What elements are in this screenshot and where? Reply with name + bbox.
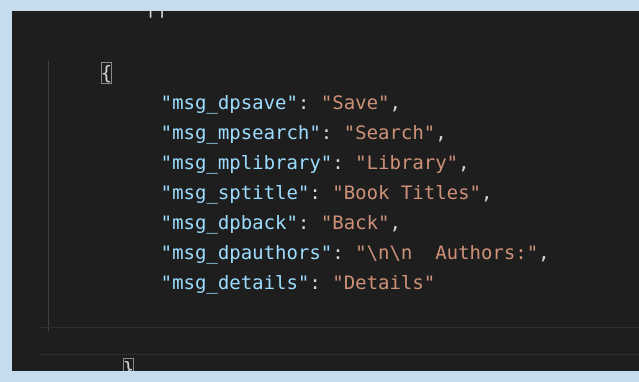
screenshot-frame: || { "msg_dpsave": "Save", "msg_mpsearch… (0, 0, 639, 382)
code-line-open-brace[interactable]: { (32, 31, 113, 84)
code-line[interactable]: "msg_dpauthors": "\n\n Authors:", (92, 211, 550, 264)
code-editor[interactable]: || { "msg_dpsave": "Save", "msg_mpsearch… (12, 11, 639, 371)
code-line[interactable]: "msg_dpsave": "Save", (92, 61, 401, 114)
json-comma: , (480, 182, 493, 204)
partial-code-line: || (122, 11, 168, 21)
code-line-close-brace[interactable]: } (54, 327, 135, 371)
code-line[interactable]: "msg_sptitle": "Book Titles", (92, 151, 493, 204)
code-line[interactable]: "msg_dpback": "Back", (92, 181, 401, 234)
json-value: "Details" (332, 272, 436, 294)
code-line[interactable]: "msg_details": "Details" (92, 241, 436, 294)
json-key: "msg_details" (160, 272, 310, 294)
json-separator: : (309, 272, 333, 294)
code-line[interactable]: "msg_mpsearch": "Search", (92, 91, 447, 144)
json-comma: , (538, 242, 550, 264)
close-brace: } (122, 358, 135, 371)
code-line[interactable]: "msg_mplibrary": "Library", (92, 121, 470, 174)
